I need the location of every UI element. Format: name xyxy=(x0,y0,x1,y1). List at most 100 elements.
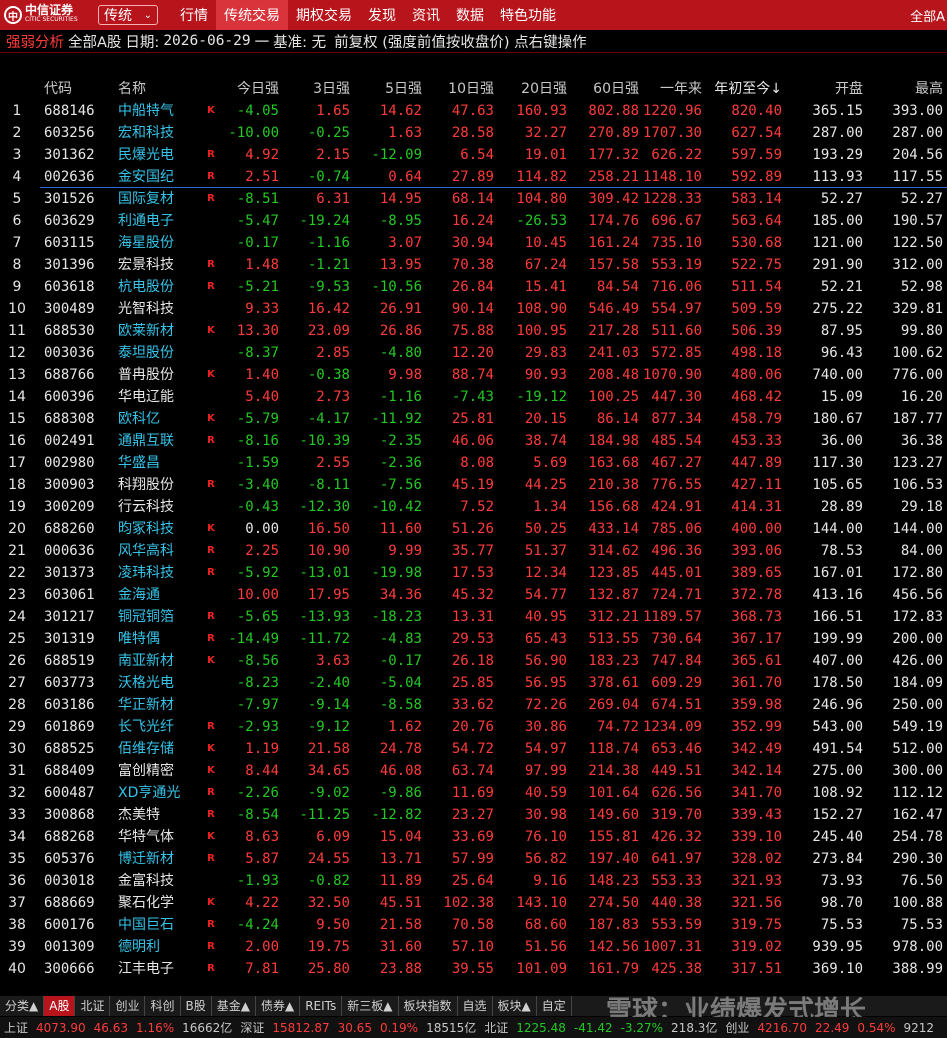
table-row[interactable]: 28 603186 华正新材 -7.97 -9.14 -8.58 33.62 72.26 269… xyxy=(0,694,947,716)
nav-item[interactable]: 数据 xyxy=(448,0,492,30)
table-row[interactable]: 19 300209 行云科技 -0.43 -12.30 -10.42 7.52 1.34 156… xyxy=(0,496,947,518)
mode-dropdown[interactable]: 传统 ⌄ xyxy=(98,5,158,25)
table-row[interactable]: 3 301362 民爆光电 R 4.92 2.15 -12.09 6.54 19.01 177.3… xyxy=(0,144,947,166)
table-row[interactable]: 21 000636 风华高科 R 2.25 10.90 9.99 35.77 51.37 314.… xyxy=(0,540,947,562)
cell-ytd: 820.40 xyxy=(731,103,782,119)
cell-5day: -2.35 xyxy=(379,433,422,449)
table-row[interactable]: 30 688525 佰维存储 K 1.19 21.58 24.78 54.72 54.97 118… xyxy=(0,738,947,760)
table-row[interactable]: 33 300868 杰美特 R -8.54 -11.25 -12.82 23.27 30.98 1… xyxy=(0,804,947,826)
cell-open: 407.00 xyxy=(812,653,863,669)
table-row[interactable]: 38 600176 中国巨石 R -4.24 9.50 21.58 70.58 68.60 187… xyxy=(0,914,947,936)
cell-ytd: 319.02 xyxy=(731,939,782,955)
table-row[interactable]: 20 688260 昀冢科技 K 0.00 16.50 11.60 51.26 50.25 433… xyxy=(0,518,947,540)
margin-flag-badge xyxy=(204,122,218,144)
table-row[interactable]: 31 688409 富创精密 K 8.44 34.65 46.08 63.74 97.99 214… xyxy=(0,760,947,782)
table-row[interactable]: 5 301526 国际复材 R -8.51 6.31 14.95 68.14 104.80 309… xyxy=(0,188,947,210)
nav-item[interactable]: 传统交易 xyxy=(216,0,288,30)
table-row[interactable]: 26 688519 南亚新材 K -8.56 3.63 -0.17 26.18 56.90 183… xyxy=(0,650,947,672)
market-tab[interactable]: A股 xyxy=(44,996,76,1016)
cell-ytd: 592.89 xyxy=(731,169,782,185)
table-row[interactable]: 22 301373 凌玮科技 R -5.92 -13.01 -19.98 17.53 12.34… xyxy=(0,562,947,584)
header-code[interactable]: 代码 xyxy=(44,78,98,100)
table-row[interactable]: 15 688308 欧科亿 K -5.79 -4.17 -11.92 25.81 20.15 86… xyxy=(0,408,947,430)
header-open[interactable]: 开盘 xyxy=(835,78,863,100)
market-tab[interactable]: 北证 xyxy=(75,996,111,1016)
table-row[interactable]: 11 688530 欧莱新材 K 13.30 23.09 26.86 75.88 100.95 2… xyxy=(0,320,947,342)
market-tab[interactable]: 债券▲ xyxy=(256,996,301,1016)
market-tab[interactable]: 板块指数 xyxy=(399,996,458,1016)
table-row[interactable]: 39 001309 德明利 R 2.00 19.75 31.60 57.10 51.56 142.… xyxy=(0,936,947,958)
cell-20day: 19.01 xyxy=(524,147,567,163)
table-row[interactable]: 12 003036 泰坦股份 -8.37 2.85 -4.80 12.20 29.83 241.… xyxy=(0,342,947,364)
nav-item[interactable]: 行情 xyxy=(172,0,216,30)
table-row[interactable]: 2 603256 宏和科技 -10.00 -0.25 1.63 28.58 32.27 270.… xyxy=(0,122,947,144)
table-row[interactable]: 40 300666 江丰电子 R 7.81 25.80 23.88 39.55 101.09 16… xyxy=(0,958,947,980)
table-row[interactable]: 9 603618 杭电股份 R -5.21 -9.53 -10.56 26.84 15.41 84… xyxy=(0,276,947,298)
cell-5day: -0.17 xyxy=(379,653,422,669)
market-tab[interactable]: 新三板▲ xyxy=(342,996,399,1016)
nav-item[interactable]: 特色功能 xyxy=(492,0,564,30)
date-value[interactable]: 2026-06-29 xyxy=(163,33,250,49)
status-sz-pct: 0.19% xyxy=(379,1020,419,1035)
market-tab[interactable]: 分类▲ xyxy=(0,996,45,1016)
header-20day[interactable]: 20日强 xyxy=(521,78,567,100)
market-tab[interactable]: 板块▲ xyxy=(493,996,537,1016)
top-right-label[interactable]: 全部A xyxy=(910,0,947,30)
table-row[interactable]: 27 603773 沃格光电 -8.23 -2.40 -5.04 25.85 56.95 378… xyxy=(0,672,947,694)
cell-10day: 54.72 xyxy=(451,741,494,757)
table-row[interactable]: 1 688146 中船特气 K -4.05 1.65 14.62 47.63 160.93 802… xyxy=(0,100,947,122)
table-row[interactable]: 29 601869 长飞光纤 R -2.93 -9.12 1.62 20.76 30.86 74.… xyxy=(0,716,947,738)
nav-item[interactable]: 资讯 xyxy=(404,0,448,30)
cell-10day: 6.54 xyxy=(460,147,494,163)
table-row[interactable]: 17 002980 华盛昌 -1.59 2.55 -2.36 8.08 5.69 163.68 4… xyxy=(0,452,947,474)
table-row[interactable]: 24 301217 铜冠铜箔 R -5.65 -13.93 -18.23 13.31 40.95… xyxy=(0,606,947,628)
market-tab[interactable]: B股 xyxy=(181,996,212,1016)
table-row[interactable]: 13 688766 普冉股份 K 1.40 -0.38 9.98 88.74 90.93 208.… xyxy=(0,364,947,386)
header-3day[interactable]: 3日强 xyxy=(313,78,350,100)
table-row[interactable]: 8 301396 宏景科技 R 1.48 -1.21 13.95 70.38 67.24 157.… xyxy=(0,254,947,276)
table-row[interactable]: 18 300903 科翔股份 R -3.40 -8.11 -7.56 45.19 44.25 21… xyxy=(0,474,947,496)
market-tab[interactable]: 科创 xyxy=(145,996,181,1016)
market-tab[interactable]: 自选 xyxy=(458,996,493,1016)
table-row[interactable]: 37 688669 聚石化学 K 4.22 32.50 45.51 102.38 143.10 2… xyxy=(0,892,947,914)
margin-flag-badge xyxy=(204,342,218,364)
header-60day[interactable]: 60日强 xyxy=(593,78,639,100)
cell-60day: 156.68 xyxy=(588,499,639,515)
header-today[interactable]: 今日强 xyxy=(237,78,279,100)
table-row[interactable]: 32 600487 XD亨通光 R -2.26 -9.02 -9.86 11.69 40.59 1… xyxy=(0,782,947,804)
nav-item[interactable]: 期权交易 xyxy=(288,0,360,30)
table-row[interactable]: 23 603061 金海通 10.00 17.95 34.36 45.32 54.77 132.… xyxy=(0,584,947,606)
benchmark[interactable]: 基准: 无 xyxy=(273,31,326,52)
header-name[interactable]: 名称 xyxy=(118,78,190,100)
header-ytd-sorted[interactable]: 年初至今↓ xyxy=(714,78,782,100)
row-index: 26 xyxy=(8,653,26,669)
stock-code: 300489 xyxy=(44,301,95,317)
table-row[interactable]: 16 002491 通鼎互联 R -8.16 -10.39 -2.35 46.06 38.74 1… xyxy=(0,430,947,452)
cell-ytd: 530.68 xyxy=(731,235,782,251)
market-scope[interactable]: 全部A股 xyxy=(68,31,121,52)
table-row[interactable]: 6 603629 利通电子 -5.47 -19.24 -8.95 16.24 -26.53 17… xyxy=(0,210,947,232)
cell-ytd: 319.75 xyxy=(731,917,782,933)
cell-high: 36.38 xyxy=(900,433,943,449)
table-row[interactable]: 4 002636 金安国纪 R 2.51 -0.74 0.64 27.89 114.82 258.… xyxy=(0,166,947,188)
cell-3day: 10.90 xyxy=(307,543,350,559)
main-nav: 行情 传统交易 期权交易 发现 资讯 数据 特色功能 xyxy=(172,0,564,30)
table-row[interactable]: 25 301319 唯特偶 R -14.49 -11.72 -4.83 29.53 65.43 5… xyxy=(0,628,947,650)
table-row[interactable]: 10 300489 光智科技 9.33 16.42 26.91 90.14 108.90 546… xyxy=(0,298,947,320)
table-row[interactable]: 7 603115 海星股份 -0.17 -1.16 3.07 30.94 10.45 161.2… xyxy=(0,232,947,254)
table-row[interactable]: 14 600396 华电辽能 5.40 2.73 -1.16 -7.43 -19.12 100.… xyxy=(0,386,947,408)
market-tab[interactable]: 创业 xyxy=(110,996,146,1016)
cell-ytd: 361.70 xyxy=(731,675,782,691)
header-1year[interactable]: 一年来 xyxy=(660,78,702,100)
nav-item[interactable]: 发现 xyxy=(360,0,404,30)
market-tab[interactable]: 自定 xyxy=(537,996,572,1016)
table-row[interactable]: 34 688268 华特气体 K 8.63 6.09 15.04 33.69 76.10 155.… xyxy=(0,826,947,848)
stock-code: 003018 xyxy=(44,873,95,889)
header-high[interactable]: 最高 xyxy=(915,78,943,100)
market-tab[interactable]: REITs xyxy=(300,996,343,1016)
header-10day[interactable]: 10日强 xyxy=(448,78,494,100)
market-tab[interactable]: 基金▲ xyxy=(212,996,256,1016)
header-5day[interactable]: 5日强 xyxy=(385,78,422,100)
table-row[interactable]: 36 003018 金富科技 -1.93 -0.82 11.89 25.64 9.16 148.… xyxy=(0,870,947,892)
table-row[interactable]: 35 605376 博迁新材 R 5.87 24.55 13.71 57.99 56.82 197… xyxy=(0,848,947,870)
